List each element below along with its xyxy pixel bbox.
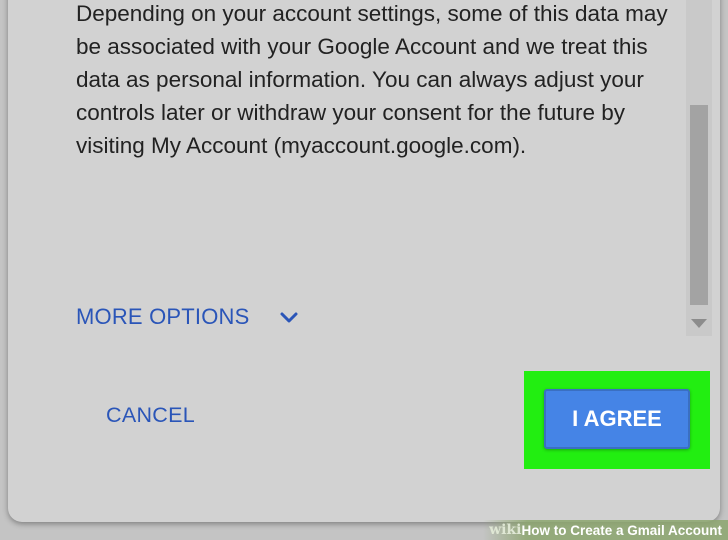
consent-dialog: Depending on your account settings, some… — [8, 0, 720, 522]
agree-button[interactable]: I AGREE — [544, 389, 690, 449]
wikihow-logo-text: wiki — [489, 522, 522, 538]
cancel-button[interactable]: CANCEL — [106, 403, 195, 428]
consent-body-text: Depending on your account settings, some… — [76, 1, 668, 158]
wikihow-watermark: wiki How to Create a Gmail Account — [483, 520, 728, 540]
scrollbar-thumb[interactable] — [690, 105, 708, 305]
more-options-label: MORE OPTIONS — [76, 304, 250, 329]
wikihow-title: How to Create a Gmail Account — [521, 522, 722, 538]
scroll-down-arrow-icon[interactable] — [691, 319, 707, 328]
dialog-scrollbar[interactable] — [686, 0, 712, 336]
more-options-toggle[interactable]: MORE OPTIONS — [76, 304, 300, 330]
chevron-down-icon — [278, 306, 300, 328]
